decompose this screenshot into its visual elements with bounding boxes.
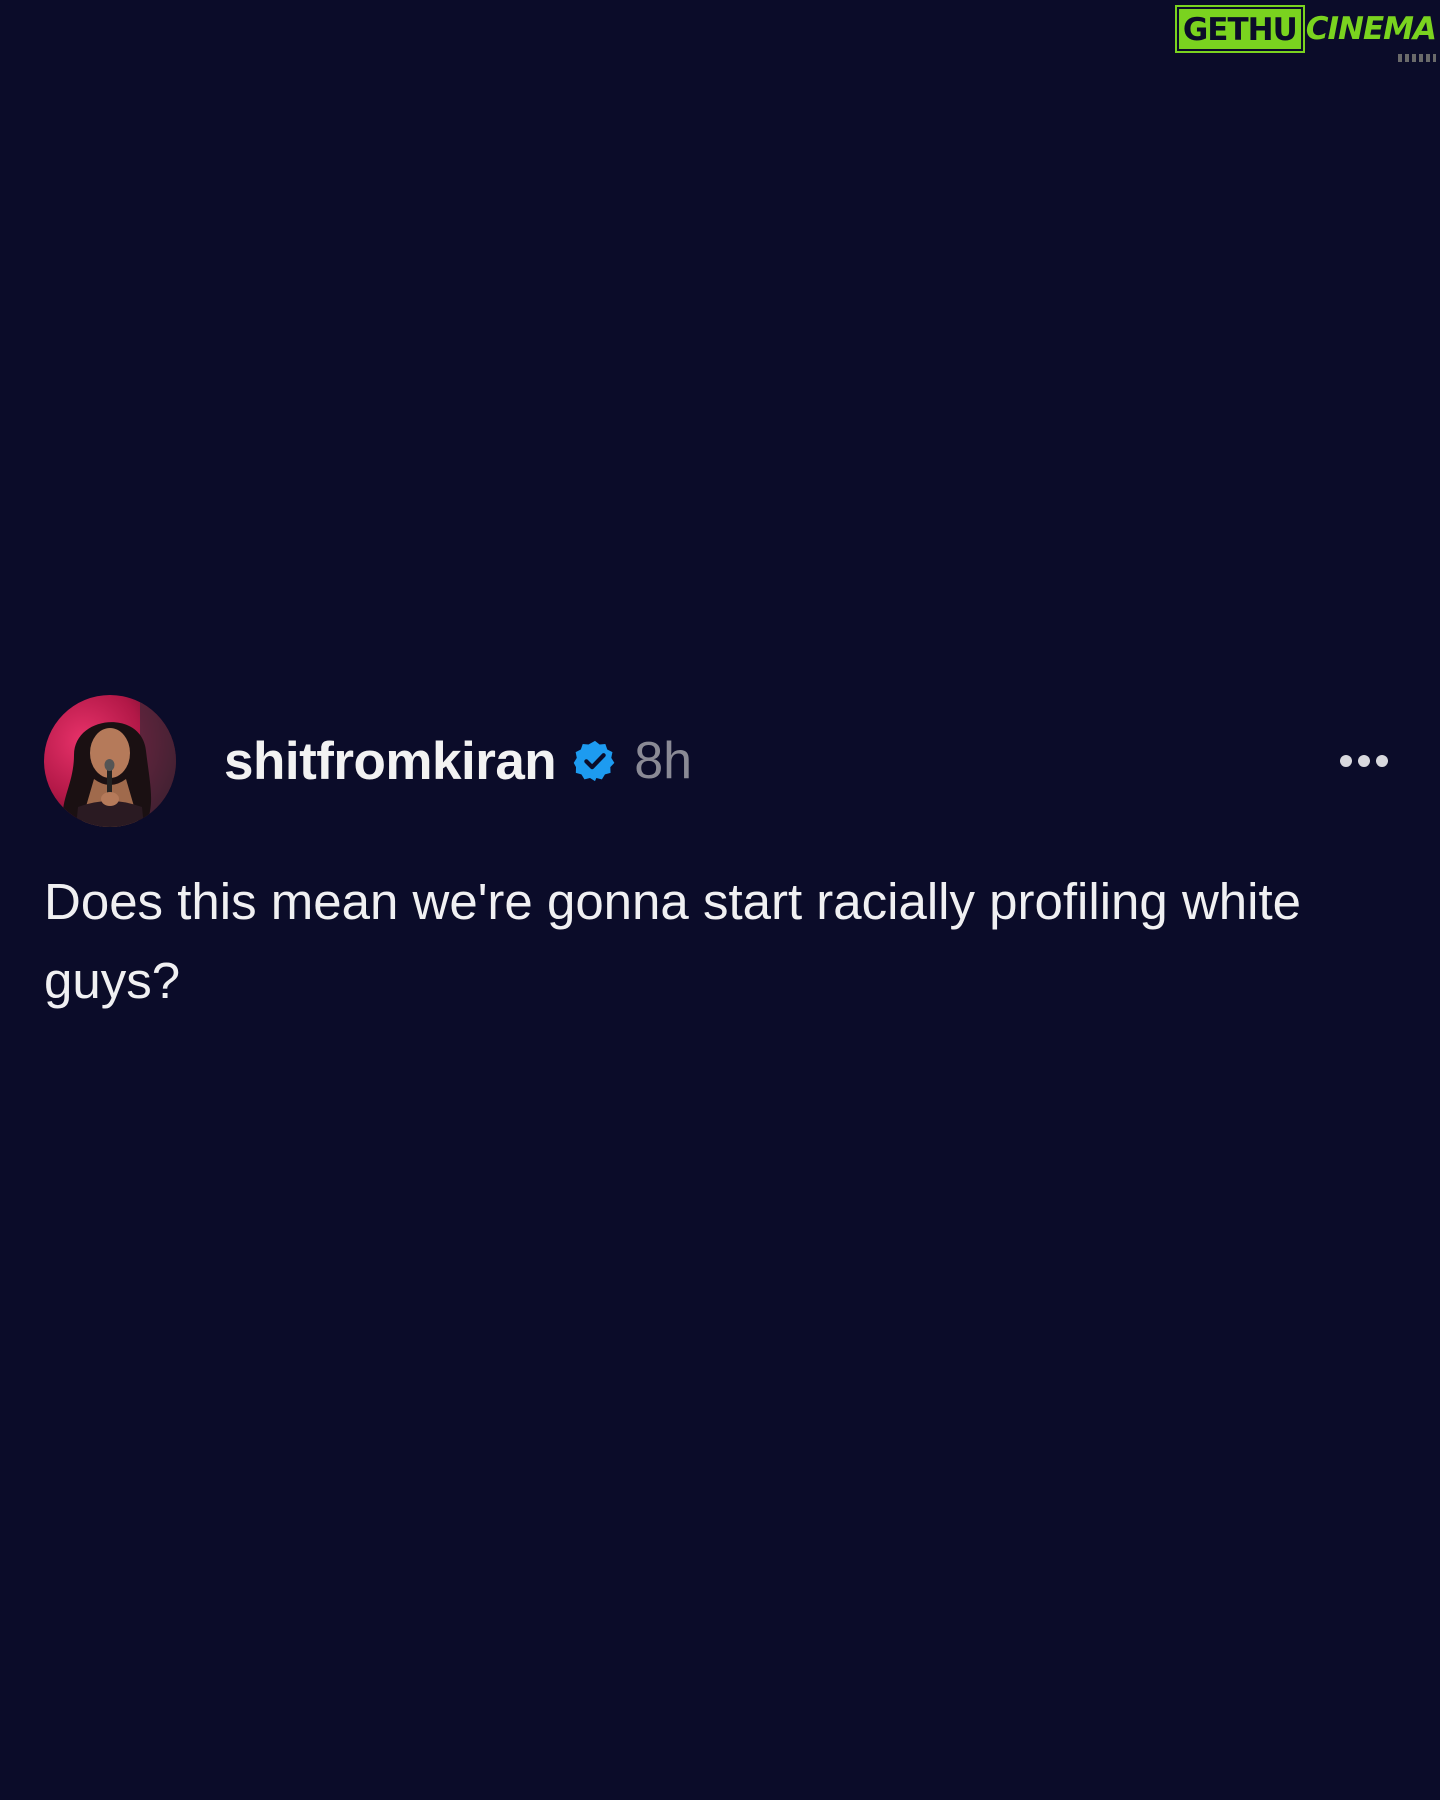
post-header: shitfromkiran 8h — [44, 694, 1394, 828]
more-dot-1 — [1340, 755, 1352, 767]
verified-badge-icon — [572, 738, 618, 784]
post-text: Does this mean we're gonna start raciall… — [44, 873, 1301, 1009]
profile-photo-icon — [44, 695, 176, 827]
more-dot-2 — [1358, 755, 1370, 767]
username[interactable]: shitfromkiran — [224, 731, 557, 792]
post: shitfromkiran 8h Does this mean we're go… — [44, 694, 1394, 1020]
more-options-icon[interactable] — [1340, 755, 1388, 767]
avatar[interactable] — [44, 695, 176, 827]
more-dot-3 — [1376, 755, 1388, 767]
post-timestamp: 8h — [634, 732, 693, 790]
film-strip-icon — [1398, 54, 1436, 62]
watermark-left-text: GETHU — [1174, 5, 1305, 53]
watermark-right-label: CINEMA — [1305, 11, 1437, 47]
watermark-right-text: CINEMA — [1303, 10, 1437, 62]
watermark-logo: GETHU CINEMA — [1174, 5, 1437, 62]
